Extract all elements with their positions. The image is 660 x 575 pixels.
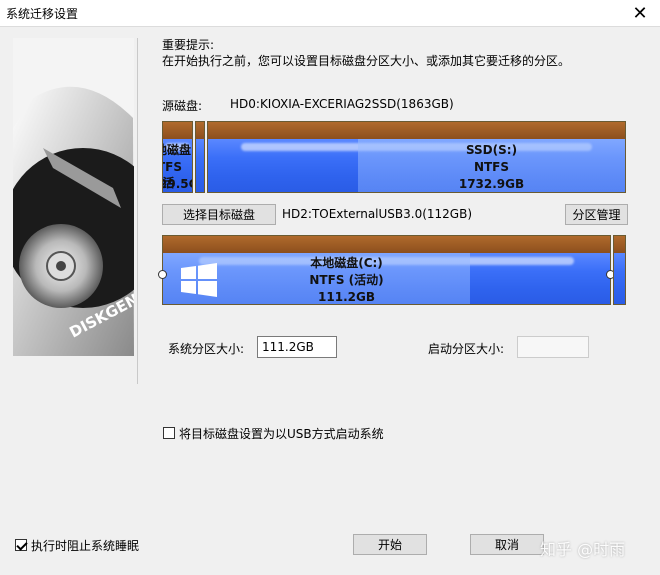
- partition-name: 本地磁盘(C:): [310, 256, 383, 270]
- boot-partition-size-label: 启动分区大小:: [428, 342, 505, 356]
- partition-size: 29.5G: [163, 177, 192, 191]
- resize-handle-left[interactable]: [158, 270, 167, 279]
- partition-name: 地磁盘: [163, 143, 192, 157]
- notice-heading: 重要提示:: [162, 38, 215, 52]
- system-partition-size-label: 系统分区大小:: [168, 342, 245, 356]
- window-title: 系统迁移设置: [6, 7, 79, 21]
- watermark-text: 知乎 @时雨: [540, 540, 626, 559]
- partition-manage-button[interactable]: 分区管理: [565, 204, 628, 225]
- partition-size: 1732.9GB: [458, 177, 525, 191]
- close-icon[interactable]: ✕: [628, 1, 652, 25]
- side-image-panel: DISKGENIUS: [13, 38, 134, 356]
- start-button[interactable]: 开始: [353, 534, 427, 555]
- source-partition-tiny[interactable]: [195, 121, 205, 193]
- partition-name: SSD(S:): [465, 143, 518, 157]
- source-partition-ssd[interactable]: SSD(S:) NTFS 1732.9GB: [207, 121, 626, 193]
- usb-boot-label[interactable]: 将目标磁盘设置为以USB方式启动系统: [179, 425, 384, 442]
- vertical-divider: [137, 38, 138, 384]
- source-disk-label: 源磁盘:: [162, 99, 203, 113]
- system-partition-size-input[interactable]: [257, 336, 337, 358]
- cancel-button[interactable]: 取消: [470, 534, 544, 555]
- target-partition-c[interactable]: 本地磁盘(C:) NTFS (活动) 111.2GB: [162, 235, 611, 305]
- prevent-sleep-checkbox[interactable]: [15, 539, 27, 551]
- partition-size: 111.2GB: [318, 290, 375, 304]
- target-free-space[interactable]: [613, 235, 626, 305]
- target-disk-name: HD2:TOExternalUSB3.0(112GB): [282, 207, 473, 221]
- source-partition-small[interactable]: 地磁盘 TFS (活 29.5G: [162, 121, 193, 193]
- select-target-disk-button[interactable]: 选择目标磁盘: [162, 204, 276, 225]
- partition-fs: NTFS: [473, 160, 510, 174]
- usb-boot-checkbox[interactable]: [163, 427, 175, 439]
- source-disk-name: HD0:KIOXIA-EXCERIAG2SSD(1863GB): [230, 97, 454, 111]
- partition-fs: NTFS (活动): [309, 273, 384, 287]
- title-bar: 系统迁移设置 ✕: [0, 0, 660, 27]
- prevent-sleep-label[interactable]: 执行时阻止系统睡眠: [31, 537, 139, 554]
- hard-disk-illustration: DISKGENIUS: [13, 38, 134, 356]
- boot-partition-size-input: [517, 336, 589, 358]
- notice-body: 在开始执行之前，您可以设置目标磁盘分区大小、或添加其它要迁移的分区。: [162, 54, 571, 68]
